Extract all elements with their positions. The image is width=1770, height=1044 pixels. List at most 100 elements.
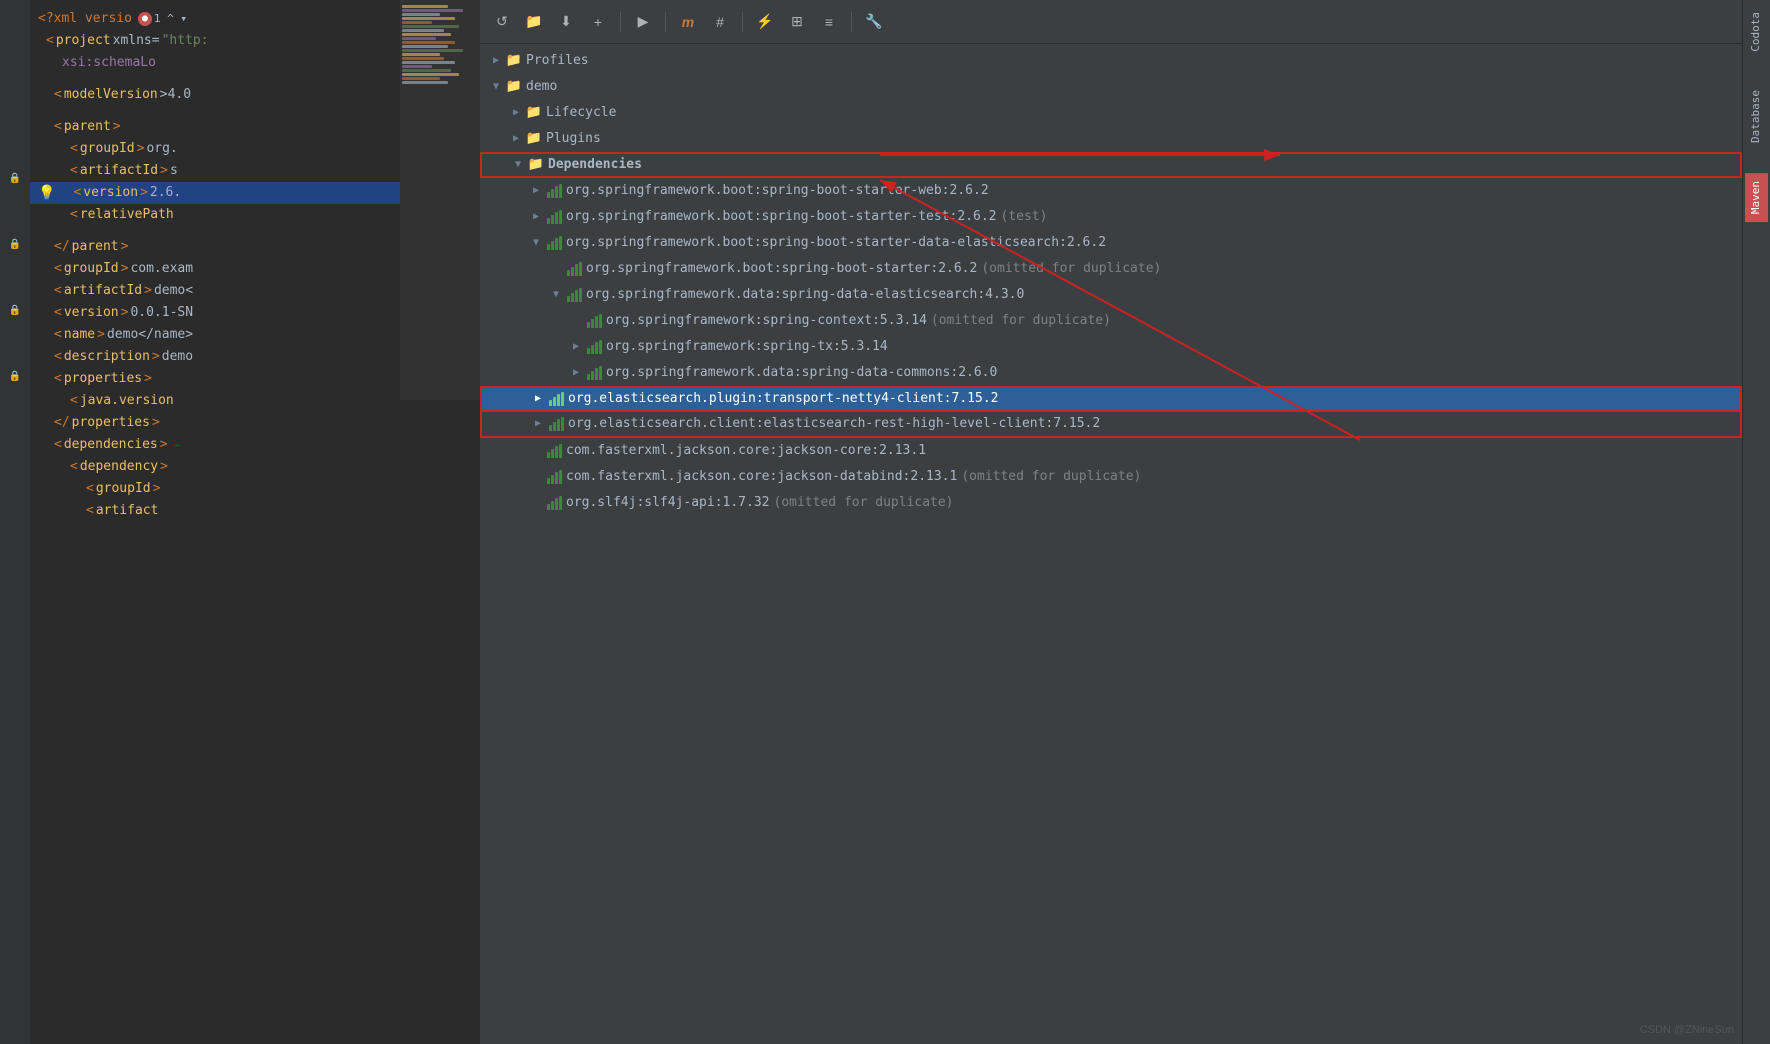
maven-m-button[interactable]: m: [674, 8, 702, 36]
sidebar-tab-database[interactable]: Database: [1745, 82, 1768, 151]
dep3-2-label: org.springframework.data:spring-data-ela…: [586, 282, 1024, 308]
code-line-21: <groupId>: [30, 478, 480, 500]
maven-panel: ↺ 📁 ⬇ + ▶ m # ⚡ ⊞ ≡ 🔧 📁 Prof: [480, 0, 1742, 1044]
tree-item-dep5[interactable]: org.elasticsearch.client:elasticsearch-r…: [480, 412, 1742, 438]
add-button[interactable]: +: [584, 8, 612, 36]
tree-item-dep3-2-1[interactable]: org.springframework:spring-context:5.3.1…: [480, 308, 1742, 334]
dependencies-container: 📁 Dependencies: [480, 152, 1742, 178]
tree-item-profiles[interactable]: 📁 Profiles: [480, 48, 1742, 74]
tree-item-dep3-2[interactable]: org.springframework.data:spring-data-ela…: [480, 282, 1742, 308]
dep6-label: com.fasterxml.jackson.core:jackson-core:…: [566, 438, 926, 464]
dep5-label: org.elasticsearch.client:elasticsearch-r…: [568, 411, 1100, 437]
hash-button[interactable]: #: [706, 8, 734, 36]
dep2-suffix: (test): [1000, 204, 1047, 230]
maven-tree[interactable]: 📁 Profiles 📁 demo 📁 Lifecycle: [480, 44, 1742, 1044]
run-button[interactable]: ▶: [629, 8, 657, 36]
dep7-suffix: (omitted for duplicate): [961, 464, 1141, 490]
dep4-label: org.elasticsearch.plugin:transport-netty…: [568, 386, 998, 412]
profiles-arrow: [488, 53, 504, 69]
demo-folder-icon: 📁: [506, 79, 522, 95]
toolbar-sep-1: [620, 12, 621, 32]
dep8-suffix: (omitted for duplicate): [774, 490, 954, 516]
editor-panel: 🔒 🔒 🔒 🔒 <?xml versio ● 1 ^ ▾ <project xm…: [0, 0, 480, 1044]
tree-item-dependencies[interactable]: 📁 Dependencies: [480, 152, 1742, 178]
grid-button[interactable]: ⊞: [783, 8, 811, 36]
dep2-icon: [546, 209, 562, 225]
maven-toolbar: ↺ 📁 ⬇ + ▶ m # ⚡ ⊞ ≡ 🔧: [480, 0, 1742, 44]
error-badge: ●: [138, 12, 152, 26]
dep3-2-2-arrow: [568, 339, 584, 355]
dep3-2-1-icon: [586, 313, 602, 329]
tree-item-dep3[interactable]: org.springframework.boot:spring-boot-sta…: [480, 230, 1742, 256]
plugins-arrow: [508, 131, 524, 147]
download-button[interactable]: ⬇: [552, 8, 580, 36]
dep5-icon: [548, 416, 564, 432]
settings-button[interactable]: 🔧: [860, 8, 888, 36]
dep3-icon: [546, 235, 562, 251]
profiles-label: Profiles: [526, 48, 589, 74]
dep3-1-icon: [566, 261, 582, 277]
dep4-icon: [548, 391, 564, 407]
gutter-icon-3: 🔒: [7, 302, 23, 318]
dep7-label: com.fasterxml.jackson.core:jackson-datab…: [566, 464, 957, 490]
code-line-19: <dependencies> —: [30, 434, 480, 456]
gutter-icon-2: 🔒: [7, 236, 23, 252]
toolbar-sep-3: [742, 12, 743, 32]
dep3-2-2-label: org.springframework:spring-tx:5.3.14: [606, 334, 888, 360]
dep2-label: org.springframework.boot:spring-boot-sta…: [566, 204, 996, 230]
dependencies-folder-icon: 📁: [528, 157, 544, 173]
sidebar-tab-maven[interactable]: Maven: [1745, 173, 1768, 222]
tree-item-dep7[interactable]: com.fasterxml.jackson.core:jackson-datab…: [480, 464, 1742, 490]
tree-item-demo[interactable]: 📁 demo: [480, 74, 1742, 100]
profiles-folder-icon: 📁: [506, 53, 522, 69]
code-line-20: <dependency>: [30, 456, 480, 478]
tree-item-dep3-1[interactable]: org.springframework.boot:spring-boot-sta…: [480, 256, 1742, 282]
folder-button[interactable]: 📁: [520, 8, 548, 36]
code-line-22: <artifact: [30, 500, 480, 522]
dep3-1-label: org.springframework.boot:spring-boot-sta…: [586, 256, 977, 282]
lightning-button[interactable]: ⚡: [751, 8, 779, 36]
dep3-2-1-label: org.springframework:spring-context:5.3.1…: [606, 308, 927, 334]
tree-item-dep2[interactable]: org.springframework.boot:spring-boot-sta…: [480, 204, 1742, 230]
dep7-icon: [546, 469, 562, 485]
sidebar-tab-codota[interactable]: Codota: [1745, 4, 1768, 60]
dep3-label: org.springframework.boot:spring-boot-sta…: [566, 230, 1106, 256]
lifecycle-folder-icon: 📁: [526, 105, 542, 121]
tree-item-lifecycle[interactable]: 📁 Lifecycle: [480, 100, 1742, 126]
dep1-icon: [546, 183, 562, 199]
demo-arrow: [488, 79, 504, 95]
lifecycle-arrow: [508, 105, 524, 121]
dep6-icon: [546, 443, 562, 459]
code-line-18: </properties>: [30, 412, 480, 434]
plugins-folder-icon: 📁: [526, 131, 542, 147]
dependencies-arrow: [510, 157, 526, 173]
dep3-2-3-icon: [586, 365, 602, 381]
code-bracket: <?xml versio: [38, 8, 132, 30]
watermark: CSDN @ZNineSun: [1640, 1024, 1734, 1036]
dep3-2-icon: [566, 287, 582, 303]
plugins-label: Plugins: [546, 126, 601, 152]
tree-item-dep3-2-2[interactable]: org.springframework:spring-tx:5.3.14: [480, 334, 1742, 360]
right-sidebar: Codota Database Maven: [1742, 0, 1770, 1044]
dep3-2-1-suffix: (omitted for duplicate): [931, 308, 1111, 334]
editor-gutter: 🔒 🔒 🔒 🔒: [0, 0, 30, 1044]
dep3-arrow: [528, 235, 544, 251]
tree-item-plugins[interactable]: 📁 Plugins: [480, 126, 1742, 152]
gutter-icon-1: 🔒: [7, 170, 23, 186]
tree-item-dep8[interactable]: org.slf4j:slf4j-api:1.7.32 (omitted for …: [480, 490, 1742, 516]
tree-item-dep6[interactable]: com.fasterxml.jackson.core:jackson-core:…: [480, 438, 1742, 464]
tree-item-dep4[interactable]: org.elasticsearch.plugin:transport-netty…: [480, 386, 1742, 412]
dep2-arrow: [528, 209, 544, 225]
tree-item-dep3-2-3[interactable]: org.springframework.data:spring-data-com…: [480, 360, 1742, 386]
dep4-arrow: [530, 391, 546, 407]
demo-label: demo: [526, 74, 557, 100]
dependencies-label: Dependencies: [548, 152, 642, 178]
dep1-label: org.springframework.boot:spring-boot-sta…: [566, 178, 989, 204]
tree-item-dep1[interactable]: org.springframework.boot:spring-boot-sta…: [480, 178, 1742, 204]
dep3-2-arrow: [548, 287, 564, 303]
toolbar-sep-2: [665, 12, 666, 32]
dep8-label: org.slf4j:slf4j-api:1.7.32: [566, 490, 770, 516]
dep8-icon: [546, 495, 562, 511]
reload-button[interactable]: ↺: [488, 8, 516, 36]
list-button[interactable]: ≡: [815, 8, 843, 36]
